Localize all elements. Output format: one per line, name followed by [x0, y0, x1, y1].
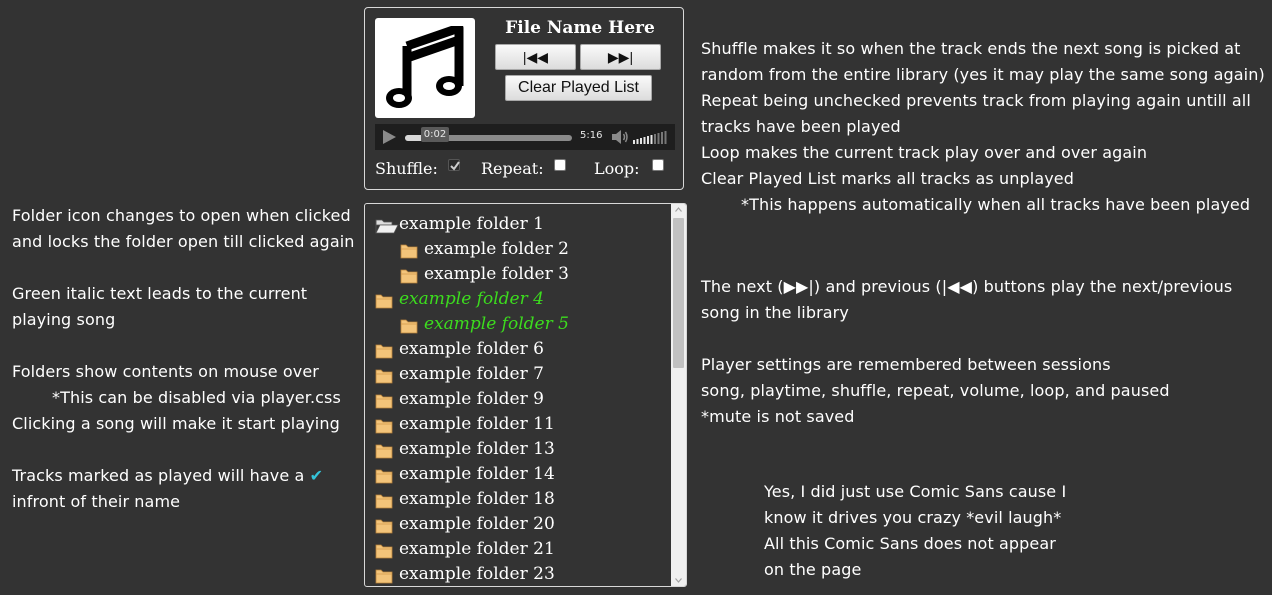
- file-name-title: File Name Here: [505, 18, 655, 38]
- open-folder-icon: [375, 219, 399, 234]
- folder-icon: [375, 394, 393, 409]
- checkmark-icon: [450, 161, 460, 171]
- folder-icon: [400, 269, 418, 284]
- folder-name: example folder 5: [424, 314, 569, 334]
- note-line: infront of their name: [12, 492, 181, 511]
- folder-icon: [375, 469, 393, 484]
- audio-controls: 0:02 5:16: [375, 124, 675, 150]
- folder-icon: [375, 519, 393, 534]
- scrollbar-thumb[interactable]: [673, 218, 684, 368]
- seek-slider[interactable]: 0:02: [405, 127, 572, 142]
- volume-bar: [654, 134, 656, 144]
- note-line: random from the entire library (yes it m…: [701, 65, 1265, 84]
- right-notes: Shuffle makes it so when the track ends …: [701, 36, 1265, 218]
- previous-track-button[interactable]: |◀◀: [495, 44, 576, 70]
- comic-sans-notes: Yes, I did just use Comic Sans cause I k…: [764, 479, 1066, 583]
- volume-bar: [633, 140, 635, 144]
- repeat-checkbox[interactable]: [554, 159, 566, 171]
- music-note-icon: [386, 26, 464, 108]
- note-line: song, playtime, shuffle, repeat, volume,…: [701, 381, 1170, 400]
- scroll-up-icon[interactable]: [675, 207, 682, 212]
- volume-slider[interactable]: [633, 130, 669, 144]
- note-line: song in the library: [701, 303, 849, 322]
- folder-name: example folder 7: [399, 364, 544, 384]
- folder-name: example folder 1: [399, 214, 544, 234]
- folder-name: example folder 20: [399, 514, 555, 534]
- folder-icon: [375, 569, 393, 584]
- clear-played-list-button[interactable]: Clear Played List: [505, 75, 652, 101]
- note-line: Clear Played List marks all tracks as un…: [701, 169, 1074, 188]
- note-line: *mute is not saved: [701, 407, 855, 426]
- note-line: Clicking a song will make it start playi…: [12, 414, 340, 433]
- shuffle-checkbox[interactable]: [448, 159, 460, 171]
- folder-name: example folder 6: [399, 339, 544, 359]
- library-list: example folder 1 example folder 2 example …: [364, 203, 687, 587]
- volume-bar: [650, 135, 653, 144]
- volume-icon[interactable]: [611, 129, 629, 145]
- note-line: know it drives you crazy *evil laugh*: [764, 508, 1062, 527]
- volume-bar: [636, 139, 639, 144]
- folder-name: example folder 4: [399, 289, 544, 309]
- note-line: *This happens automatically when all tra…: [741, 195, 1251, 214]
- volume-bar: [647, 136, 649, 144]
- folder-name: example folder 23: [399, 564, 555, 584]
- folder-name: example folder 3: [424, 264, 569, 284]
- note-line: Green italic text leads to the current: [12, 284, 308, 303]
- scrollbar[interactable]: [671, 204, 686, 586]
- folder-icon: [375, 494, 393, 509]
- current-time: 0:02: [421, 127, 449, 142]
- loop-checkbox[interactable]: [652, 159, 664, 171]
- next-track-button[interactable]: ▶▶|: [580, 44, 661, 70]
- volume-bar: [643, 137, 646, 144]
- note-line: and locks the folder open till clicked a…: [12, 232, 355, 251]
- note-line: All this Comic Sans does not appear: [764, 534, 1056, 553]
- folder-icon: [400, 319, 418, 334]
- folder-name: example folder 11: [399, 414, 555, 434]
- folder-icon: [375, 419, 393, 434]
- volume-bar: [657, 133, 660, 144]
- duration: 5:16: [580, 130, 603, 141]
- note-line: tracks have been played: [701, 117, 901, 136]
- right-notes-settings: Player settings are remembered between s…: [701, 352, 1170, 430]
- folder-name: example folder 2: [424, 239, 569, 259]
- played-check-icon: ✔: [309, 466, 324, 485]
- loop-label: Loop:: [594, 159, 640, 178]
- volume-bar: [640, 138, 642, 144]
- note-line: Yes, I did just use Comic Sans cause I: [764, 482, 1067, 501]
- music-player: File Name Here |◀◀ ▶▶| Clear Played List…: [364, 7, 684, 190]
- left-notes: Folder icon changes to open when clicked…: [12, 203, 355, 515]
- note-line: *This can be disabled via player.css: [52, 388, 341, 407]
- note-line: Loop makes the current track play over a…: [701, 143, 1148, 162]
- folder-icon: [375, 544, 393, 559]
- folder-icon: [375, 294, 393, 309]
- folder-icon: [400, 244, 418, 259]
- scroll-down-icon[interactable]: [675, 578, 682, 583]
- note-line: Folders show contents on mouse over: [12, 362, 319, 381]
- note-line: on the page: [764, 560, 862, 579]
- note-line: Folder icon changes to open when clicked: [12, 206, 351, 225]
- folder-icon: [375, 344, 393, 359]
- right-notes-buttons: The next (▶▶|) and previous (|◀◀) button…: [701, 274, 1232, 326]
- note-line: Tracks marked as played will have a ✔: [12, 466, 324, 485]
- shuffle-label: Shuffle:: [375, 159, 438, 178]
- folder-name: example folder 13: [399, 439, 555, 459]
- folder-icon: [375, 369, 393, 384]
- note-line: playing song: [12, 310, 116, 329]
- album-art: [375, 18, 475, 118]
- note-line: Shuffle makes it so when the track ends …: [701, 39, 1241, 58]
- folder-name: example folder 21: [399, 539, 555, 559]
- repeat-label: Repeat:: [481, 159, 544, 178]
- note-line: The next (▶▶|) and previous (|◀◀) button…: [701, 277, 1233, 296]
- volume-bar: [661, 132, 663, 144]
- folder-name: example folder 18: [399, 489, 555, 509]
- note-line: Repeat being unchecked prevents track fr…: [701, 91, 1251, 110]
- folder-name: example folder 14: [399, 464, 555, 484]
- volume-bar: [664, 131, 667, 144]
- folder-name: example folder 9: [399, 389, 544, 409]
- folder-icon: [375, 444, 393, 459]
- play-icon[interactable]: [381, 129, 397, 145]
- note-line: Player settings are remembered between s…: [701, 355, 1111, 374]
